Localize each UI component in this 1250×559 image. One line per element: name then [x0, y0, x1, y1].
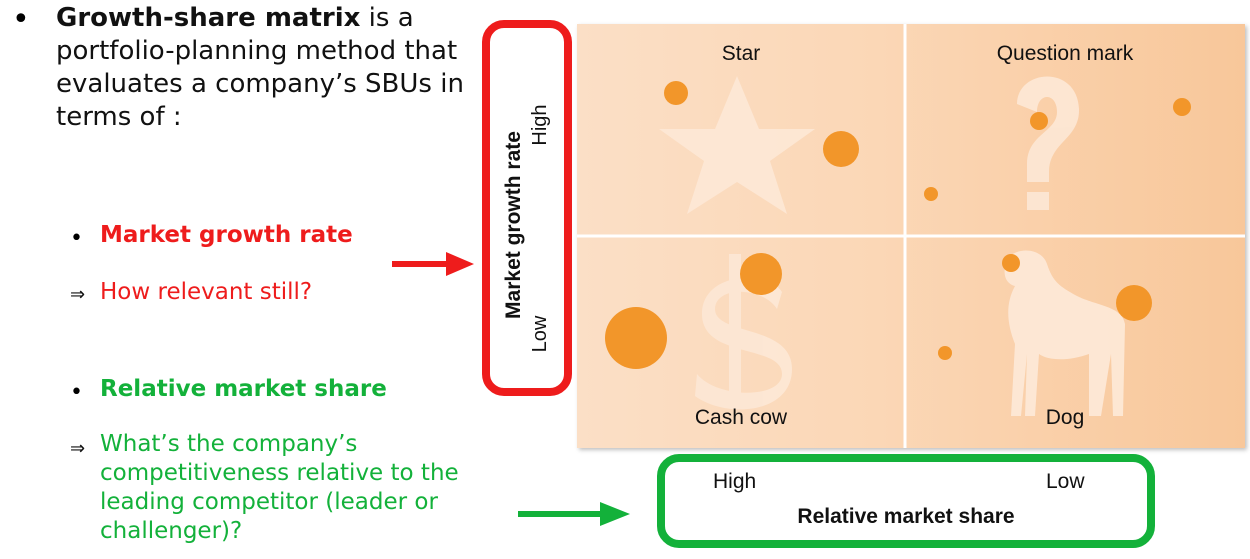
y-axis-box — [482, 20, 572, 396]
bubble — [740, 253, 782, 295]
x-axis-high-label: High — [713, 470, 757, 493]
dog-icon — [1004, 250, 1125, 416]
quadrant-label-dog: Dog — [1045, 406, 1085, 429]
explanation-market-growth: How relevant still? — [100, 279, 313, 305]
item-relative-market-share: Relative market share — [100, 376, 387, 402]
intro-bold-term: Growth-share matrix — [56, 3, 361, 33]
x-axis-box — [657, 454, 1155, 548]
bubble — [664, 81, 688, 105]
implies-arrow-1: ⇒ — [70, 284, 86, 305]
bubble — [1030, 112, 1048, 130]
quadrant-label-star: Star — [721, 42, 761, 65]
x-axis-low-label: Low — [1046, 470, 1085, 493]
item-dot-relative-share: • — [70, 380, 83, 405]
bubble — [1002, 254, 1020, 272]
growth-share-matrix: Star Question mark Cash cow Dog — [577, 24, 1245, 448]
bubble — [924, 187, 938, 201]
intro-bullet: • — [12, 2, 30, 37]
item-market-growth-rate: Market growth rate — [100, 222, 353, 248]
intro-text: Growth-share matrix is a portfolio-plann… — [56, 2, 476, 134]
bubble — [605, 307, 667, 369]
y-axis-title: Market growth rate — [502, 131, 525, 319]
item-dot-market-growth: • — [70, 226, 83, 251]
implies-arrow-2: ⇒ — [70, 438, 86, 459]
question-mark-icon — [1017, 76, 1080, 210]
y-axis-high-label: High — [529, 104, 551, 146]
bubble — [823, 131, 859, 167]
x-axis-title: Relative market share — [797, 505, 1015, 528]
bubble — [1116, 285, 1152, 321]
matrix-artwork — [577, 24, 1245, 448]
bubble — [938, 346, 952, 360]
y-axis-low-label: Low — [529, 315, 551, 353]
red-arrow-icon — [392, 252, 474, 276]
bubble — [1173, 98, 1191, 116]
green-arrow-icon — [518, 502, 630, 526]
quadrant-label-question-mark: Question mark — [996, 42, 1134, 65]
quadrant-label-cash-cow: Cash cow — [694, 406, 788, 429]
explanation-relative-share: What’s the company’s competitiveness rel… — [100, 431, 459, 544]
